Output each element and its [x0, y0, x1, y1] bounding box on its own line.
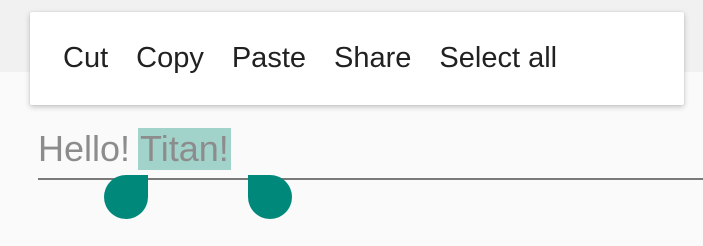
selection-start-handle[interactable]	[104, 175, 148, 219]
text-input-field[interactable]: Hello! Titan!	[38, 120, 703, 182]
cut-button[interactable]: Cut	[50, 12, 122, 105]
copy-button[interactable]: Copy	[122, 12, 218, 105]
text-selection-menu: Cut Copy Paste Share Select all	[30, 12, 684, 105]
paste-button[interactable]: Paste	[218, 12, 320, 105]
text-content: Hello! Titan!	[38, 122, 231, 176]
selected-text[interactable]: Titan!	[138, 128, 231, 170]
unselected-text: Hello!	[38, 128, 131, 169]
share-button[interactable]: Share	[320, 12, 425, 105]
select-all-button[interactable]: Select all	[425, 12, 571, 105]
selection-end-handle[interactable]	[248, 175, 292, 219]
